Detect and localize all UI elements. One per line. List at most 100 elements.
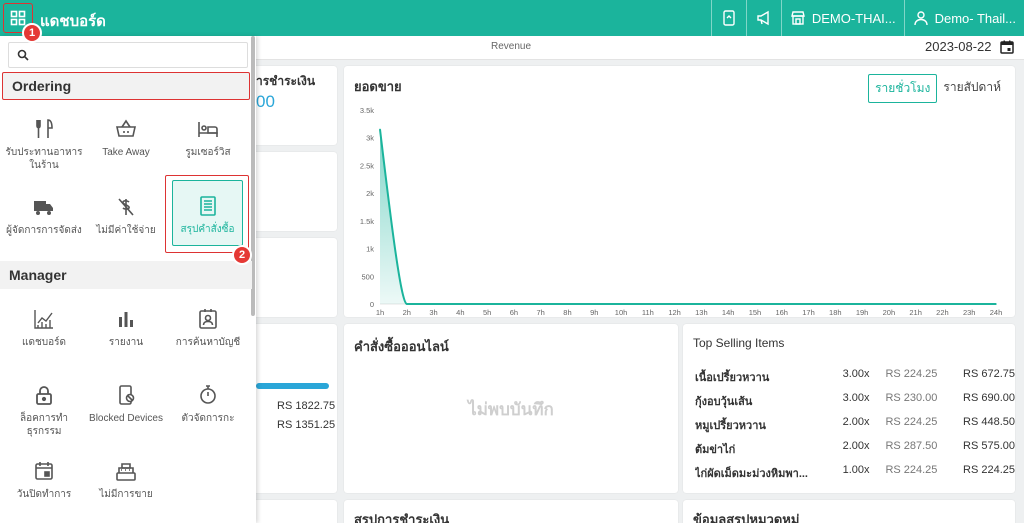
category-summary-card: ข้อมูลสรุปหมวดหมู่ xyxy=(683,500,1015,523)
side-menu: Ordering รับประทานอาหารในร้าน Take Away … xyxy=(0,36,256,523)
menu-item-room-service[interactable]: รูมเซอร์วิส xyxy=(168,118,248,159)
table-row: ไก่ผัดเม็ดมะม่วงหิมพา... 1.00x RS 224.25 RS… xyxy=(695,464,1015,482)
y-tick-label: 3k xyxy=(366,134,374,143)
menu-item-lock-transactions[interactable]: ล็อคการทำธุรกรรม xyxy=(4,384,84,438)
category-summary-title: ข้อมูลสรุปหมวดหมู่ xyxy=(693,512,800,523)
item-qty: 1.00x xyxy=(842,464,870,476)
x-tick-label: 22h xyxy=(936,308,949,317)
sales-point xyxy=(941,303,944,305)
table-row: กุ้งอบวุ้นเส้น 3.00x RS 230.00 RS 690.00 xyxy=(695,392,1015,410)
menu-item-delivery[interactable]: ผู้จัดการการจัดส่ง xyxy=(4,196,84,237)
search-input[interactable] xyxy=(37,48,237,62)
item-total: RS 224.25 xyxy=(963,464,1015,476)
section-manager: Manager xyxy=(0,261,252,289)
x-tick-label: 2h xyxy=(403,308,411,317)
store-selector[interactable]: DEMO-THAI... xyxy=(780,0,904,36)
sales-point xyxy=(513,303,515,305)
kitchen-display-button[interactable] xyxy=(710,0,746,36)
x-tick-label: 1h xyxy=(376,308,384,317)
sales-point xyxy=(432,303,435,305)
item-price: RS 230.00 xyxy=(885,392,938,404)
sales-area xyxy=(380,129,996,304)
chart-line-icon xyxy=(34,310,53,329)
user-name: Demo- Thail... xyxy=(934,10,1016,26)
item-name: ไก่ผัดเม็ดมะม่วงหิมพา... xyxy=(695,468,808,480)
top-selling-card: Top Selling Items เนื้อเปรี้ยวหวาน 3.00x R… xyxy=(683,324,1015,493)
fork-knife-icon xyxy=(36,119,53,138)
y-tick-label: 2.5k xyxy=(360,161,374,170)
sales-chart-card: ยอดขาย รายชั่วโมง รายสัปดาห์ 0 500 1k 1.5k 2… xyxy=(344,66,1015,317)
top-bar: แดชบอร์ด DEMO-THAI... Demo- Thail... xyxy=(0,0,1024,36)
item-total: RS 575.00 xyxy=(963,440,1015,452)
payment-summary-title: สรุปการชำระเงิน xyxy=(354,512,450,523)
menu-item-report[interactable]: รายงาน xyxy=(86,308,166,349)
page-title: แดชบอร์ด xyxy=(40,13,106,30)
x-tick-label: 16h xyxy=(775,308,788,317)
basket-icon xyxy=(116,119,136,137)
item-name: ต้มข่าไก่ xyxy=(695,444,736,456)
lock-icon xyxy=(36,386,52,405)
menu-item-account-search[interactable]: การค้นหาบัญชี xyxy=(168,308,248,349)
menu-item-no-charge[interactable]: ไม่มีค่าใช้จ่าย xyxy=(86,196,166,237)
payment-card-title: ารชำระเงิน xyxy=(256,74,316,88)
online-orders-card: คำสั่งซื้อออนไลน์ ไม่พบบันทึก xyxy=(344,324,678,493)
x-tick-label: 12h xyxy=(668,308,681,317)
menu-item-scheduler[interactable]: ตัวจัดการกะ xyxy=(168,384,248,425)
item-qty: 2.00x xyxy=(842,440,870,452)
announcement-button[interactable] xyxy=(745,0,781,36)
x-tick-label: 20h xyxy=(883,308,896,317)
sales-line xyxy=(379,129,996,305)
blocked-device-icon xyxy=(119,385,135,405)
menu-item-close-day[interactable]: วันปิดทำการ xyxy=(4,460,84,501)
x-tick-label: 23h xyxy=(963,308,976,317)
menu-item-dine-in[interactable]: รับประทานอาหารในร้าน xyxy=(4,118,84,172)
store-icon xyxy=(790,11,805,25)
x-tick-label: 9h xyxy=(590,308,598,317)
sales-point xyxy=(673,303,676,305)
item-name: หมูเปรี้ยวหวาน xyxy=(695,420,766,432)
section-ordering: Ordering xyxy=(2,72,250,100)
payment-summary-card: สรุปการชำระเงิน xyxy=(344,500,678,523)
sales-point xyxy=(593,303,596,305)
sales-point xyxy=(379,128,381,131)
menu-item-dashboard[interactable]: แดชบอร์ด xyxy=(4,308,84,349)
sales-point xyxy=(861,303,863,305)
megaphone-icon xyxy=(757,10,769,26)
sales-point xyxy=(700,303,703,305)
item-qty: 2.00x xyxy=(842,416,870,428)
no-money-icon xyxy=(118,198,134,216)
x-tick-label: 8h xyxy=(563,308,571,317)
sales-point xyxy=(754,303,756,305)
table-row: ต้มข่าไก่ 2.00x RS 287.50 RS 575.00 xyxy=(695,440,1015,458)
stopwatch-icon xyxy=(200,385,216,404)
online-orders-title: คำสั่งซื้อออนไลน์ xyxy=(354,339,449,354)
menu-item-take-away[interactable]: Take Away xyxy=(86,118,166,159)
x-tick-label: 19h xyxy=(856,308,869,317)
item-total: RS 448.50 xyxy=(963,416,1015,428)
x-tick-label: 3h xyxy=(429,308,437,317)
item-qty: 3.00x xyxy=(842,392,870,404)
date-display: 2023-08-22 xyxy=(925,39,992,54)
truck-icon xyxy=(34,201,53,215)
id-card-icon xyxy=(199,309,217,329)
sales-point xyxy=(566,303,569,305)
calendar-icon[interactable] xyxy=(1000,40,1014,54)
sales-point xyxy=(968,303,971,305)
menu-item-blocked-devices[interactable]: Blocked Devices xyxy=(86,384,166,425)
top-selling-title: Top Selling Items xyxy=(693,336,785,350)
sales-point xyxy=(405,303,408,305)
x-tick-label: 13h xyxy=(695,308,708,317)
sales-point xyxy=(459,303,462,305)
no-records-message: ไม่พบบันทึก xyxy=(468,400,554,419)
bar-chart-icon xyxy=(119,312,133,327)
x-tick-label: 24h xyxy=(990,308,1003,317)
x-tick-label: 17h xyxy=(802,308,815,317)
store-name: DEMO-THAI... xyxy=(811,10,896,26)
y-tick-label: 500 xyxy=(361,272,374,281)
y-tick-label: 3.5k xyxy=(360,106,374,115)
sales-point xyxy=(807,303,810,305)
menu-item-no-sale[interactable]: ไม่มีการขาย xyxy=(86,460,166,501)
item-price: RS 287.50 xyxy=(885,440,938,452)
user-menu[interactable]: Demo- Thail... xyxy=(903,0,1024,36)
x-tick-label: 4h xyxy=(456,308,464,317)
